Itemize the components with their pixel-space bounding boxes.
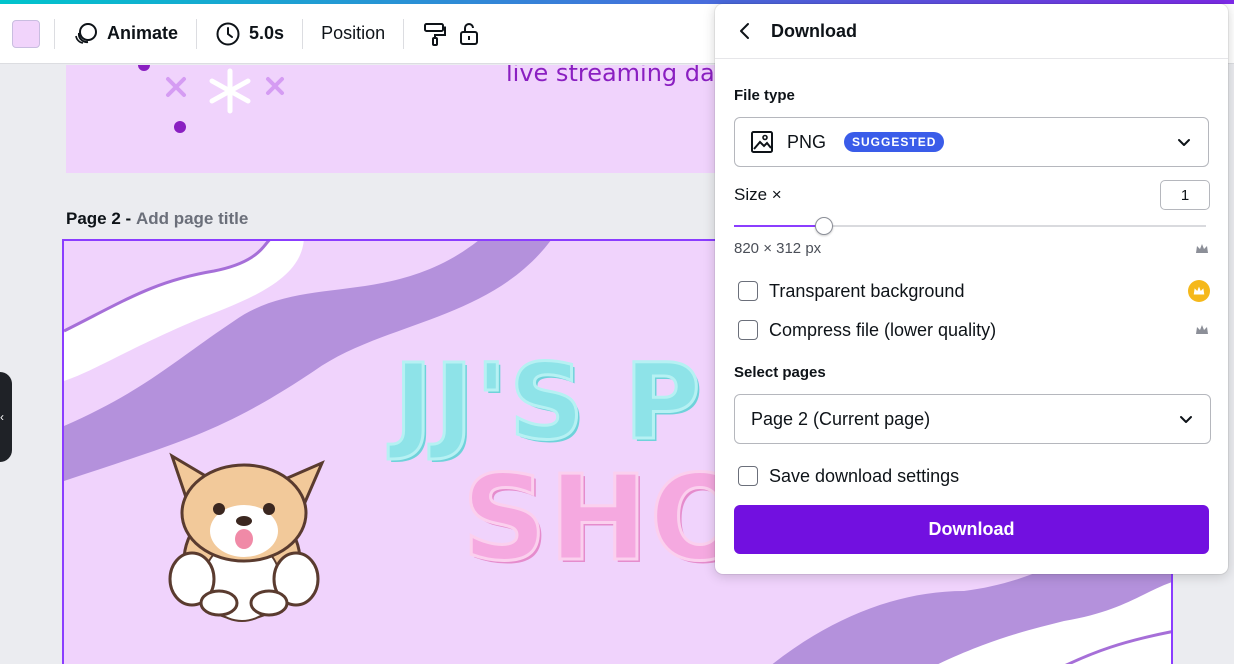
clock-icon — [215, 21, 241, 47]
toolbar-divider — [302, 18, 304, 49]
download-panel: Download File type PNG SUGGESTED Size × … — [715, 4, 1228, 574]
transparent-background-label: Transparent background — [769, 280, 965, 301]
slider-fill — [734, 225, 824, 227]
crown-icon — [1194, 322, 1210, 338]
copy-style-button[interactable] — [418, 14, 452, 54]
add-page-title-placeholder[interactable]: Add page title — [136, 209, 248, 228]
toolbar-divider — [196, 18, 198, 49]
paint-roller-icon — [422, 21, 448, 47]
page-2-title[interactable]: Page 2 - Add page title — [66, 209, 248, 229]
duration-button[interactable]: 5.0s — [211, 14, 288, 54]
color-swatch-button[interactable] — [12, 19, 40, 48]
back-arrow-icon[interactable] — [733, 19, 757, 43]
select-pages-dropdown[interactable]: Page 2 (Current page) — [734, 394, 1211, 444]
size-label: Size × — [734, 185, 782, 204]
suggested-badge: SUGGESTED — [844, 132, 945, 152]
download-panel-header: Download — [715, 4, 1228, 59]
transparent-background-option[interactable]: Transparent background — [738, 278, 1210, 304]
corgi-illustration — [168, 452, 325, 622]
compress-file-label: Compress file (lower quality) — [769, 319, 997, 340]
dimensions-text: 820 × 312 px — [734, 240, 822, 257]
save-settings-checkbox[interactable] — [738, 466, 758, 486]
lock-icon — [456, 21, 482, 47]
panel-title: Download — [771, 20, 857, 41]
toolbar-divider — [403, 18, 405, 49]
toolbar-divider — [54, 18, 55, 49]
size-slider[interactable] — [734, 216, 1206, 236]
chevron-down-icon — [1174, 132, 1194, 152]
headline-line-2: SHO — [460, 448, 753, 589]
animate-icon — [73, 21, 99, 47]
compress-file-option[interactable]: Compress file (lower quality) — [738, 317, 1210, 343]
duration-label: 5.0s — [249, 23, 285, 43]
file-type-label: File type — [734, 87, 795, 104]
file-type-value: PNG — [787, 131, 827, 152]
image-file-icon — [749, 129, 775, 155]
save-settings-option[interactable]: Save download settings — [738, 463, 1210, 489]
size-input[interactable]: 1 — [1160, 180, 1210, 210]
headline-line-1: JJ'S P — [393, 340, 703, 465]
premium-crown-icon — [1188, 280, 1210, 302]
save-settings-label: Save download settings — [769, 465, 960, 486]
page-1-text: live streaming dail — [506, 65, 729, 87]
select-pages-label: Select pages — [734, 364, 826, 381]
position-button[interactable]: Position — [317, 14, 389, 54]
decorative-sparkles — [138, 65, 284, 133]
animate-button[interactable]: Animate — [69, 14, 182, 54]
crown-icon — [1194, 241, 1210, 257]
lock-button[interactable] — [452, 14, 486, 54]
dimensions-row: 820 × 312 px — [734, 240, 1210, 257]
side-panel-collapse-handle[interactable]: ‹ — [0, 372, 12, 462]
select-pages-value: Page 2 (Current page) — [751, 408, 931, 429]
slider-thumb[interactable] — [815, 217, 833, 235]
file-type-select[interactable]: PNG SUGGESTED — [734, 117, 1209, 167]
size-row: Size × 1 — [734, 180, 1210, 210]
download-button[interactable]: Download — [734, 505, 1209, 554]
position-label: Position — [321, 23, 386, 43]
transparent-background-checkbox[interactable] — [738, 281, 758, 301]
compress-file-checkbox[interactable] — [738, 320, 758, 340]
animate-label: Animate — [107, 23, 179, 43]
chevron-down-icon — [1176, 409, 1196, 429]
page-2-number: Page 2 - — [66, 209, 132, 228]
